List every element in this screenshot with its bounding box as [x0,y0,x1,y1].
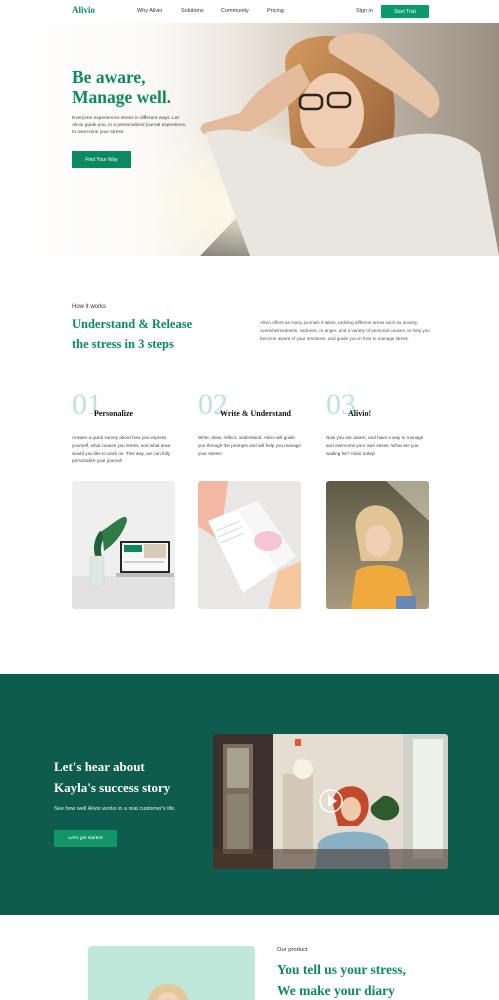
journal-photo [198,481,301,609]
step-desc-end: your journal! [95,458,123,464]
lets-get-started-button[interactable]: Let's get started [54,830,117,847]
how-it-works-title: Understand & Release the stress in 3 ste… [72,314,252,354]
step-desc-text: Answer a quick survey about how you expr… [72,435,171,456]
step-title: Alivio! [348,409,372,418]
logo[interactable]: Alivio [72,5,95,15]
product-title-line1: You tell us your stress, [277,962,406,977]
step-description: Answer a quick survey about how you expr… [72,434,176,465]
success-story-section: Let's hear about Kayla's success story S… [0,674,499,915]
our-product-label: Our product [277,947,308,953]
story-title-line2: Kayla's success story [54,780,171,795]
how-it-works-label: How it works [72,304,107,310]
step-description: Write, draw, reflect, understand. Alivio… [198,435,301,456]
story-title-line1: Let's hear about [54,759,145,774]
nav-link-community[interactable]: Community [221,8,249,14]
hero-title: Be aware, Manage well. [72,67,232,107]
step-title: Personalize [94,409,134,418]
hero-title-line1: Be aware, [72,67,146,87]
step-title: Write & Understand [220,409,291,418]
smiling-woman-photo [326,481,429,609]
product-title: You tell us your stress, We make your di… [277,959,477,1000]
sign-in-link[interactable]: Sign in [356,8,373,14]
find-your-way-button[interactable]: Find Your Way [72,151,131,168]
nav-link-pricing[interactable]: Pricing [267,8,284,14]
how-it-works-description: Alivio offers as many journals it takes,… [260,320,430,341]
step-desc-emphasis: personalize [72,458,96,464]
story-description: See how well Alivio works in a real cust… [54,806,176,812]
top-nav: Alivio Why Alivio Solutions Community Pr… [0,0,499,23]
product-title-line2: We make your diary [277,983,395,998]
how-title-line1: Understand & Release [72,317,193,331]
how-title-line2: the stress in 3 steps [72,337,174,351]
nav-link-why-alivio[interactable]: Why Alivio [137,8,162,14]
hero-title-line2: Manage well. [72,87,172,107]
hero-description: Everyone experiences stress in different… [72,116,187,135]
story-title: Let's hear about Kayla's success story [54,756,214,798]
story-video[interactable] [213,734,448,869]
step-description: Now you are aware, and have a way to man… [326,435,424,456]
start-trial-button[interactable]: Start Trial [381,5,429,18]
laptop-photo [72,481,175,609]
hero-section: Be aware, Manage well. Everyone experien… [0,23,499,256]
nav-link-solutions[interactable]: Solutions [181,8,204,14]
hero-photo [0,23,499,256]
product-card-photo [88,946,255,1000]
